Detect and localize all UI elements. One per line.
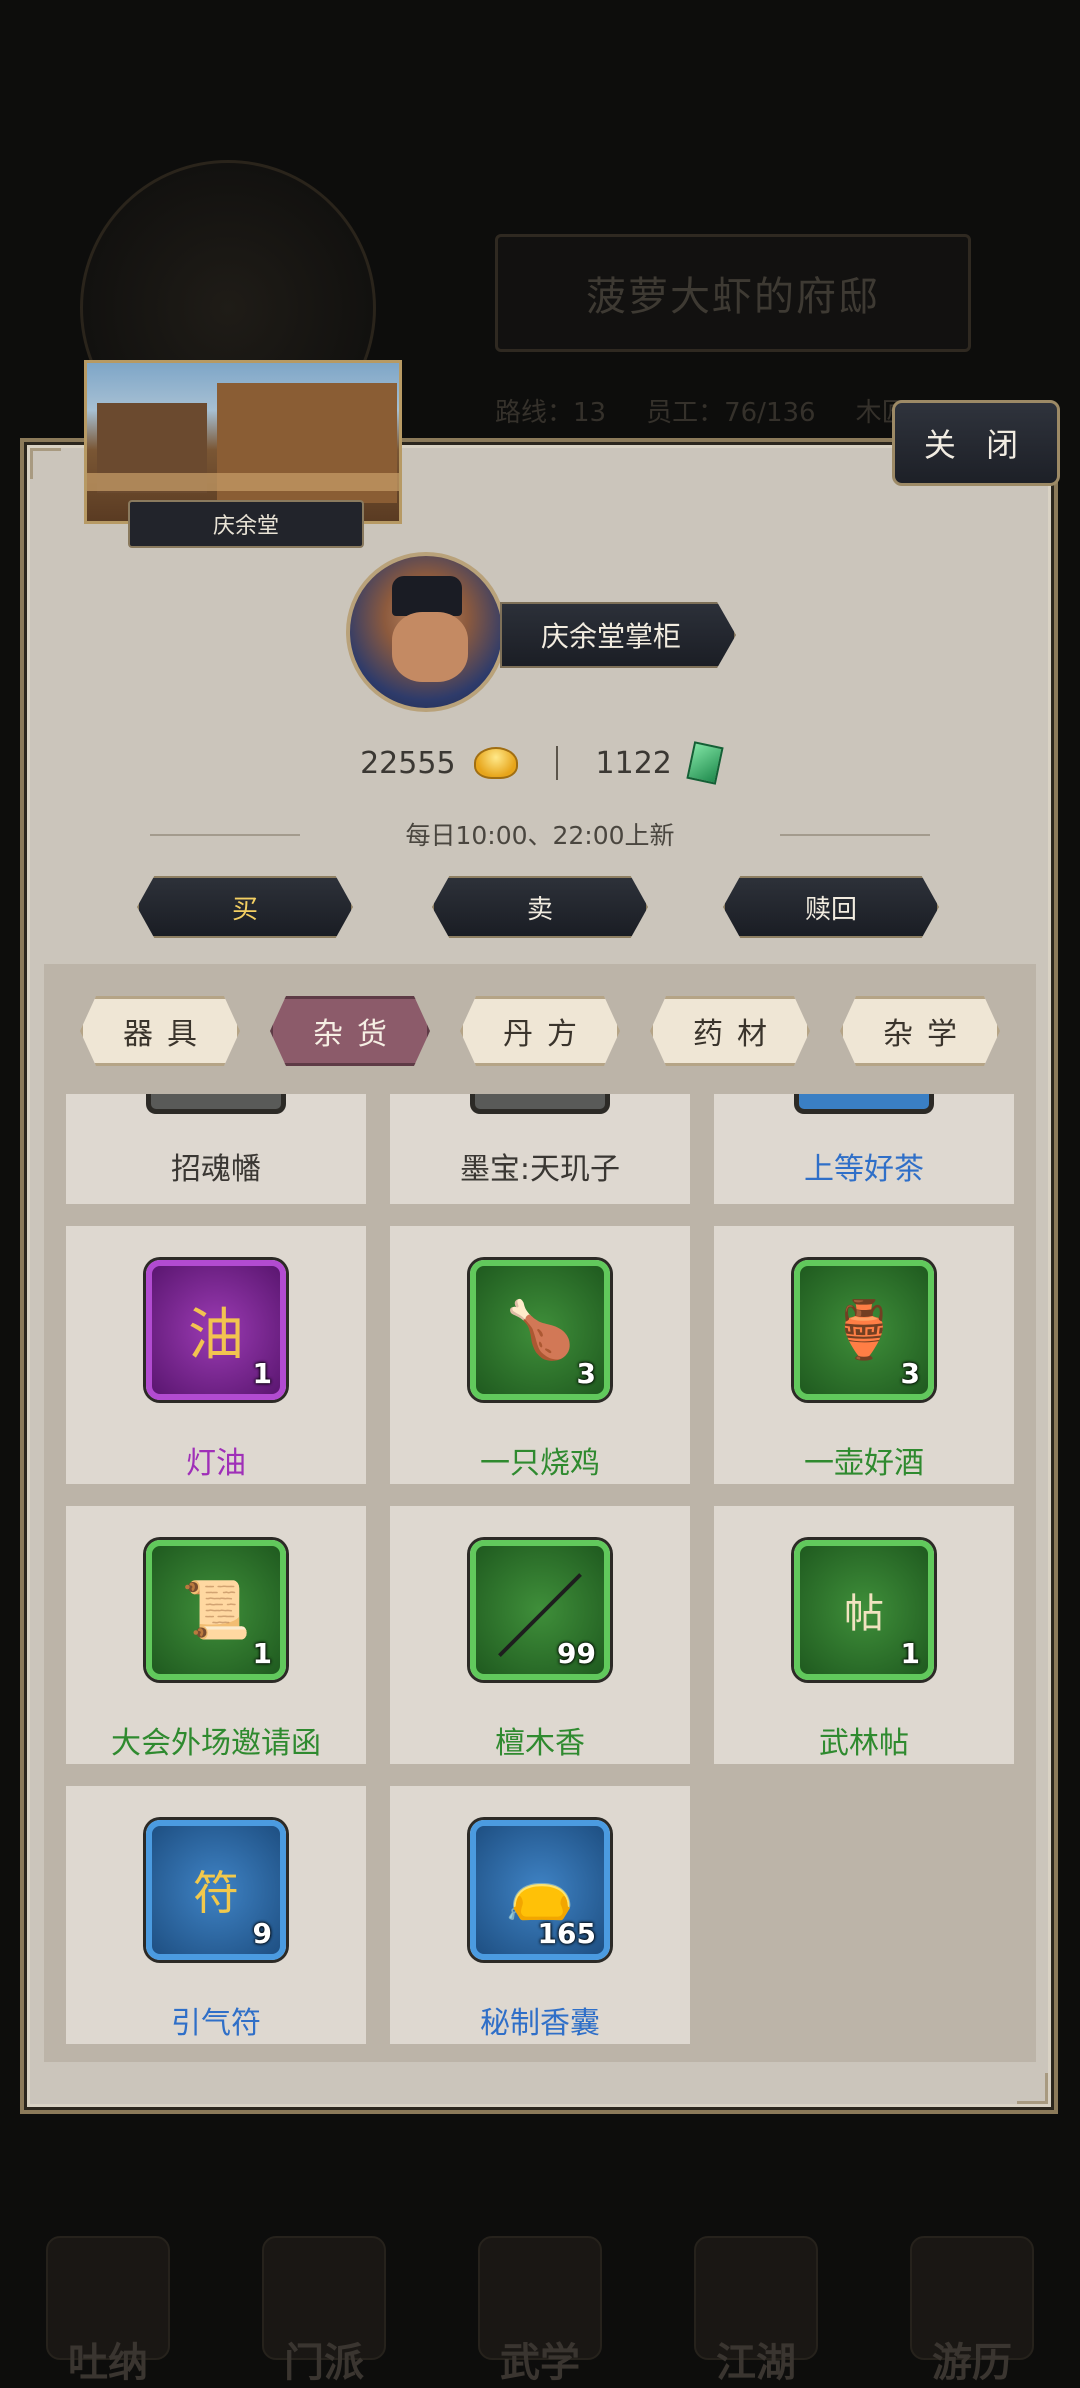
sachet-icon: 👝 165 [470, 1820, 610, 1960]
item-name: 墨宝:天玑子 [459, 1152, 621, 1187]
nav-youli[interactable]: 游历 [897, 2218, 1047, 2388]
manor-stat: 路线：13 [495, 398, 607, 428]
manor-title-box: 菠萝大虾的府邸 [495, 234, 971, 352]
wulin-card-icon: 帖1 [794, 1540, 934, 1680]
roast-chicken-icon: 🍗 3 [470, 1260, 610, 1400]
manor-stat: 员工：76/136 [646, 398, 816, 428]
tab-buy[interactable]: 买 [137, 876, 353, 938]
item-name: 灯油 [186, 1446, 246, 1481]
item-name: 上等好茶 [804, 1152, 924, 1187]
list-item[interactable]: 油1 灯油 [66, 1226, 366, 1484]
category-danfang[interactable]: 丹方 [460, 996, 620, 1066]
gold-ingot-icon [473, 747, 518, 779]
nav-tuna[interactable]: 吐纳 [33, 2218, 183, 2388]
category-zahuo[interactable]: 杂货 [270, 996, 430, 1066]
nav-jianghu[interactable]: 江湖 [681, 2218, 831, 2388]
currency-bar: 22555 1122 [0, 741, 1080, 785]
item-icon [470, 1094, 610, 1114]
bottom-nav: 吐纳 门派 武学 江湖 游历 [0, 2200, 1080, 2388]
npc-avatar [346, 552, 506, 712]
item-name: 大会外场邀请函 [111, 1726, 321, 1761]
category-row: 器具 杂货 丹方 药材 杂学 [44, 990, 1036, 1074]
goods-grid: 招魂幡 墨宝:天玑子 上等好茶 油1 灯油 🍗 3 一只烧鸡 🏺 3 一壶好酒 📜 1… [44, 1094, 1036, 2050]
nav-wuxue[interactable]: 武学 [465, 2218, 615, 2388]
manor-stats: 路线：13 员工：76/136 木匠 [495, 392, 915, 429]
talisman-icon: 符9 [146, 1820, 286, 1960]
incense-stick-icon: ／ 99 [470, 1540, 610, 1680]
item-name: 引气符 [171, 2006, 261, 2041]
divider [780, 834, 930, 836]
item-name: 秘制香囊 [480, 2006, 600, 2041]
invitation-scroll-icon: 📜 1 [146, 1540, 286, 1680]
nav-menpai[interactable]: 门派 [249, 2218, 399, 2388]
list-item[interactable]: ／ 99 檀木香 [390, 1506, 690, 1764]
category-qiju[interactable]: 器具 [80, 996, 240, 1066]
shop-name: 庆余堂 [128, 500, 364, 548]
jade-amount: 1122 [595, 745, 672, 781]
item-icon [146, 1094, 286, 1114]
list-item[interactable]: 符9 引气符 [66, 1786, 366, 2044]
npc-name: 庆余堂掌柜 [500, 602, 736, 668]
list-item[interactable]: 📜 1 大会外场邀请函 [66, 1506, 366, 1764]
list-item[interactable]: 招魂幡 [66, 1094, 366, 1204]
category-zaxue[interactable]: 杂学 [840, 996, 1000, 1066]
oil-jar-icon: 油1 [146, 1260, 286, 1400]
tab-redeem[interactable]: 赎回 [723, 876, 939, 938]
jade-icon [686, 741, 724, 785]
list-item[interactable]: 👝 165 秘制香囊 [390, 1786, 690, 2044]
item-name: 招魂幡 [171, 1152, 261, 1187]
tab-sell[interactable]: 卖 [432, 876, 648, 938]
wine-pot-icon: 🏺 3 [794, 1260, 934, 1400]
item-name: 一只烧鸡 [480, 1446, 600, 1481]
list-item[interactable]: 帖1 武林帖 [714, 1506, 1014, 1764]
divider [555, 746, 558, 780]
list-item[interactable]: 墨宝:天玑子 [390, 1094, 690, 1204]
list-item[interactable]: 🏺 3 一壶好酒 [714, 1226, 1014, 1484]
manor-title: 菠萝大虾的府邸 [586, 274, 880, 320]
list-item[interactable]: 🍗 3 一只烧鸡 [390, 1226, 690, 1484]
item-icon [794, 1094, 934, 1114]
item-name: 檀木香 [495, 1726, 585, 1761]
gold-amount: 22555 [360, 745, 456, 781]
list-item[interactable]: 上等好茶 [714, 1094, 1014, 1204]
close-button[interactable]: 关 闭 [892, 400, 1060, 486]
item-name: 一壶好酒 [804, 1446, 924, 1481]
category-yaocai[interactable]: 药材 [650, 996, 810, 1066]
item-name: 武林帖 [819, 1726, 909, 1761]
